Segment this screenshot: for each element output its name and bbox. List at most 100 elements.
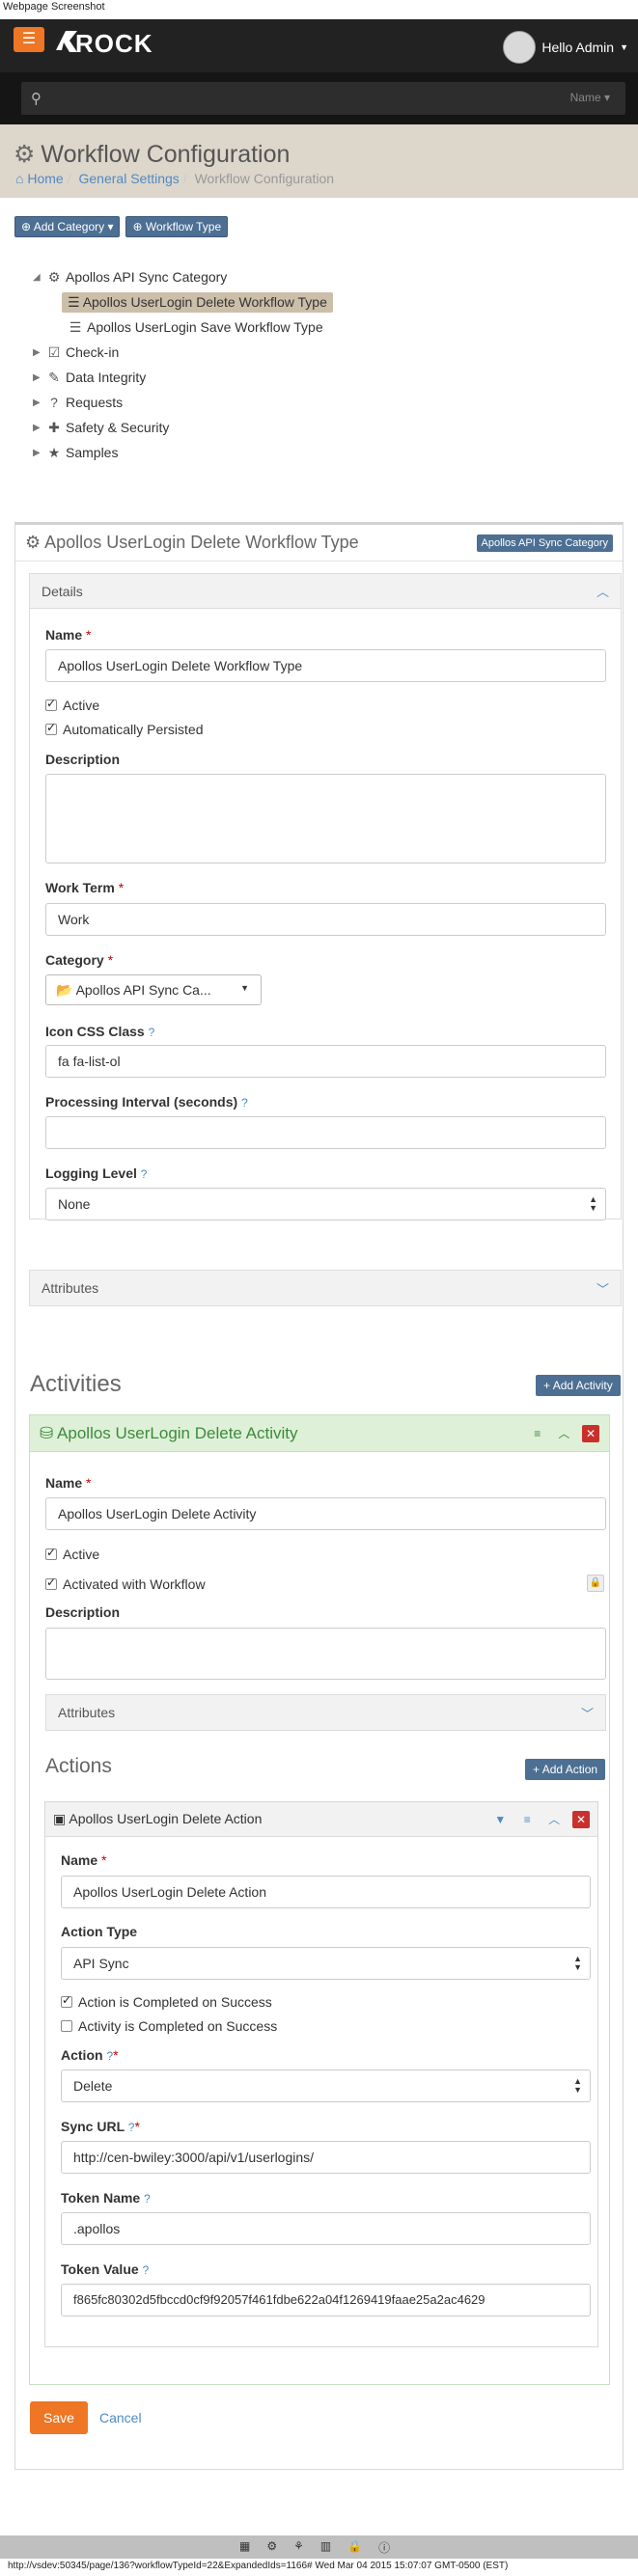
plus-icon: + — [543, 1379, 551, 1392]
medkit-icon: ✚ — [48, 419, 60, 435]
reorder-icon[interactable]: ≡ — [529, 1425, 546, 1442]
add-category-button[interactable]: ⊕ Add Category ▾ — [14, 216, 121, 237]
lock-icon[interactable]: 🔒 — [347, 2539, 362, 2556]
home-link[interactable]: ⌂ Home — [15, 171, 64, 186]
attributes-title: Attributes — [42, 1280, 99, 1296]
chevron-up-icon[interactable]: ︿ — [596, 582, 609, 600]
logging-level-label: Logging Level ? — [45, 1165, 148, 1181]
activity-completed-checkbox[interactable]: Activity is Completed on Success — [61, 2018, 277, 2034]
action-completed-checkbox[interactable]: Action is Completed on Success — [61, 1993, 272, 2010]
activity-actions: ≡ ︿ ✕ — [523, 1424, 599, 1442]
activated-with-workflow-checkbox[interactable]: Activated with Workflow — [45, 1576, 206, 1592]
tree-item-save[interactable]: ☰ Apollos UserLogin Save Workflow Type — [33, 315, 333, 340]
lock-icon[interactable]: 🔒 — [587, 1575, 604, 1592]
general-settings-link[interactable]: General Settings — [79, 171, 180, 186]
workflow-name-input[interactable]: Apollos UserLogin Delete Workflow Type — [45, 649, 606, 682]
icon-css-input[interactable]: fa fa-list-ol — [45, 1045, 606, 1078]
activity-attributes-panel[interactable]: Attributes ﹀ — [45, 1694, 606, 1731]
info-icon[interactable]: ⓘ — [378, 2539, 390, 2556]
breadcrumb-separator: / — [67, 171, 71, 186]
search-icon: ⚲ — [31, 91, 42, 107]
details-panel-header[interactable]: Details ︿ — [30, 574, 621, 609]
tree-node-data-integrity[interactable]: ▶ ✎ Data Integrity — [33, 365, 333, 390]
details-title: Details — [42, 583, 83, 599]
caret-right-icon[interactable]: ▶ — [33, 372, 46, 383]
add-action-button[interactable]: + Add Action — [525, 1759, 606, 1780]
chevron-up-icon[interactable]: ︿ — [545, 1811, 563, 1828]
action-header-buttons: ▼ ≡ ︿ ✕ — [485, 1810, 590, 1828]
activated-with-workflow-label: Activated with Workflow — [63, 1576, 206, 1592]
caret-right-icon[interactable]: ▶ — [33, 448, 46, 458]
caret-down-icon[interactable]: ◢ — [33, 272, 46, 283]
sitemap-icon[interactable]: ⚘ — [293, 2539, 304, 2556]
delete-icon[interactable]: ✕ — [572, 1810, 590, 1828]
tree-category-label: Requests — [66, 395, 124, 410]
caret-right-icon[interactable]: ▶ — [33, 423, 46, 433]
screenshot-caption: Webpage Screenshot — [0, 0, 638, 19]
cog-icon[interactable]: ⚙ — [266, 2539, 277, 2556]
caret-right-icon[interactable]: ▶ — [33, 397, 46, 408]
processing-interval-label: Processing Interval (seconds) ? — [45, 1094, 248, 1110]
tree-node-category[interactable]: ◢ ⚙ Apollos API Sync Category — [33, 264, 333, 289]
chevron-down-icon[interactable]: ﹀ — [596, 1279, 609, 1298]
action-select-value: Delete — [73, 2078, 113, 2094]
search-type-dropdown[interactable]: Name ▾ — [570, 91, 610, 104]
user-menu[interactable]: Hello Admin ▼ — [503, 31, 628, 64]
activity-header[interactable]: ⛁ Apollos UserLogin Delete Activity ≡ ︿ … — [30, 1415, 609, 1452]
help-icon: ? — [140, 1167, 148, 1181]
logging-level-select[interactable]: None ▲ ▼ — [45, 1188, 606, 1220]
activity-attributes-header[interactable]: Attributes ﹀ — [46, 1695, 605, 1730]
sync-url-input[interactable]: http://cen-bwiley:3000/api/v1/userlogins… — [61, 2141, 591, 2174]
category-tree: ◢ ⚙ Apollos API Sync Category ☰ Apollos … — [33, 264, 333, 465]
active-checkbox[interactable]: Active — [45, 697, 99, 713]
hamburger-icon[interactable]: ☰ — [14, 27, 44, 52]
th-large-icon[interactable]: ▦ — [239, 2539, 250, 2556]
reorder-icon[interactable]: ≡ — [518, 1811, 536, 1828]
save-button[interactable]: Save — [30, 2401, 88, 2434]
workflow-panel-title-text: Apollos UserLogin Delete Workflow Type — [44, 533, 359, 552]
tree-node-samples[interactable]: ▶ ★ Samples — [33, 440, 333, 465]
token-value-label: Token Value ? — [61, 2261, 150, 2277]
action-title: ▣ Apollos UserLogin Delete Action — [53, 1811, 262, 1827]
cancel-link[interactable]: Cancel — [99, 2410, 142, 2425]
delete-icon[interactable]: ✕ — [582, 1424, 599, 1442]
tree-node-check-in[interactable]: ▶ ☑ Check-in — [33, 340, 333, 365]
columns-icon[interactable]: ▥ — [320, 2539, 331, 2556]
add-activity-button[interactable]: + Add Activity — [536, 1375, 621, 1396]
add-workflow-type-button[interactable]: ⊕ Workflow Type — [125, 216, 229, 237]
work-term-input[interactable]: Work — [45, 903, 606, 936]
gears-icon: ⚙ — [14, 141, 36, 168]
tree-node-safety[interactable]: ▶ ✚ Safety & Security — [33, 415, 333, 440]
category-label: Category * — [45, 952, 114, 968]
status-line: http://vsdev:50345/page/136?workflowType… — [0, 2559, 638, 2576]
action-header[interactable]: ▣ Apollos UserLogin Delete Action ▼ ≡ ︿ … — [45, 1802, 597, 1837]
activity-active-checkbox[interactable]: Active — [45, 1546, 99, 1562]
activity-description-textarea[interactable] — [45, 1628, 606, 1680]
activity-name-input[interactable]: Apollos UserLogin Delete Activity — [45, 1497, 606, 1530]
caret-right-icon[interactable]: ▶ — [33, 347, 46, 358]
category-picker[interactable]: 📂 Apollos API Sync Ca... ▼ — [45, 974, 262, 1005]
workflow-attributes-panel[interactable]: Attributes ﹀ — [29, 1270, 622, 1306]
filter-icon[interactable]: ▼ — [491, 1811, 509, 1828]
token-value-input[interactable]: f865fc80302d5fbccd0cf9f92057f461fdbe622a… — [61, 2284, 591, 2316]
search-input[interactable]: ⚲ Name ▾ — [21, 82, 625, 115]
name-label: Name * — [45, 627, 92, 643]
logo-text: ROCK — [75, 29, 153, 58]
chevron-down-icon[interactable]: ﹀ — [581, 1704, 594, 1722]
tree-item-delete[interactable]: ☰ Apollos UserLogin Delete Workflow Type — [33, 289, 333, 315]
action-name-input[interactable]: Apollos UserLogin Delete Action — [61, 1876, 591, 1908]
tree-node-requests[interactable]: ▶ ? Requests — [33, 390, 333, 415]
cube-icon: ▣ — [53, 1811, 67, 1826]
admin-toolbar-icons: ▦ ⚙ ⚘ ▥ 🔒 ⓘ — [239, 2539, 390, 2556]
action-type-select[interactable]: API Sync ▲ ▼ — [61, 1947, 591, 1980]
workflow-attributes-header[interactable]: Attributes ﹀ — [30, 1271, 621, 1305]
action-select[interactable]: Delete ▲ ▼ — [61, 2069, 591, 2102]
rock-logo[interactable]: ROCK — [54, 23, 153, 58]
logging-level-value: None — [58, 1196, 91, 1212]
auto-persisted-checkbox[interactable]: Automatically Persisted — [45, 721, 204, 737]
token-name-input[interactable]: .apollos — [61, 2212, 591, 2245]
processing-interval-input[interactable] — [45, 1116, 606, 1149]
chevron-up-icon[interactable]: ︿ — [555, 1425, 572, 1442]
breadcrumb: ⌂ Home / General Settings / Workflow Confi… — [15, 171, 334, 186]
description-textarea[interactable] — [45, 774, 606, 863]
